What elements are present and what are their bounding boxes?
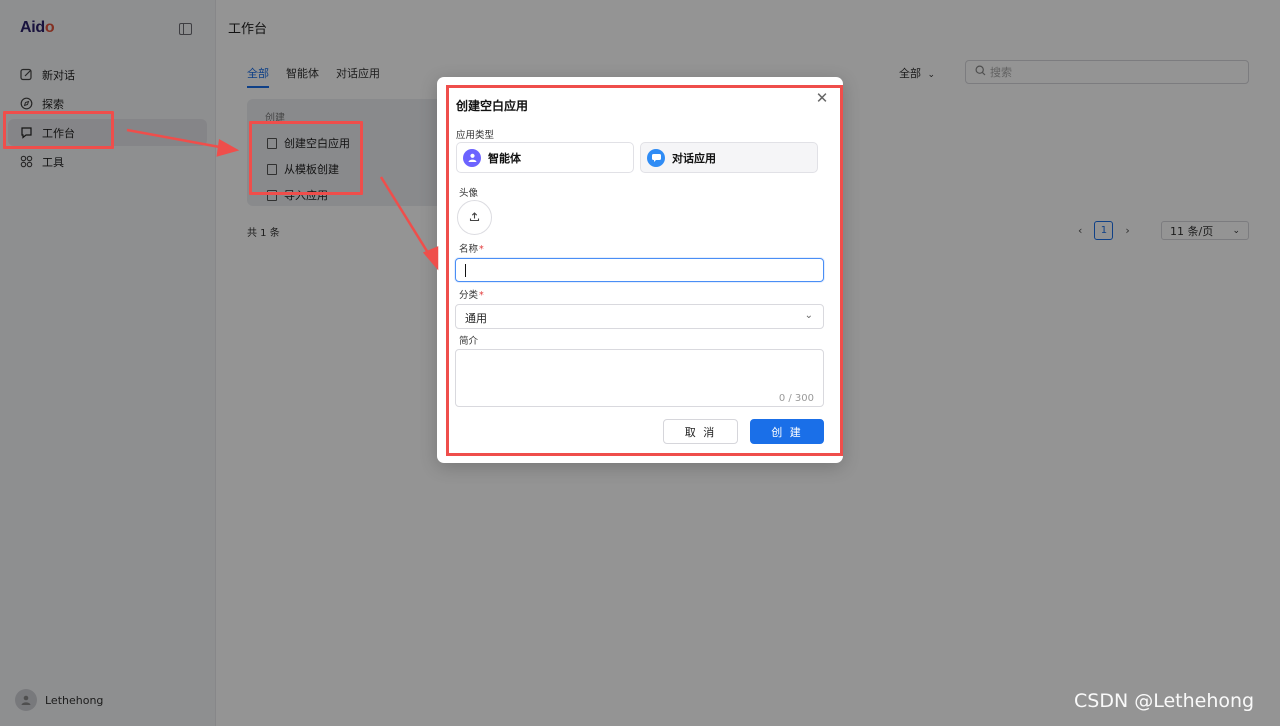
watermark: CSDN @Lethehong	[1074, 690, 1255, 712]
annotation-highlight-workbench	[3, 111, 114, 149]
annotation-highlight-create-options	[249, 121, 363, 195]
annotation-highlight-modal	[446, 85, 843, 456]
